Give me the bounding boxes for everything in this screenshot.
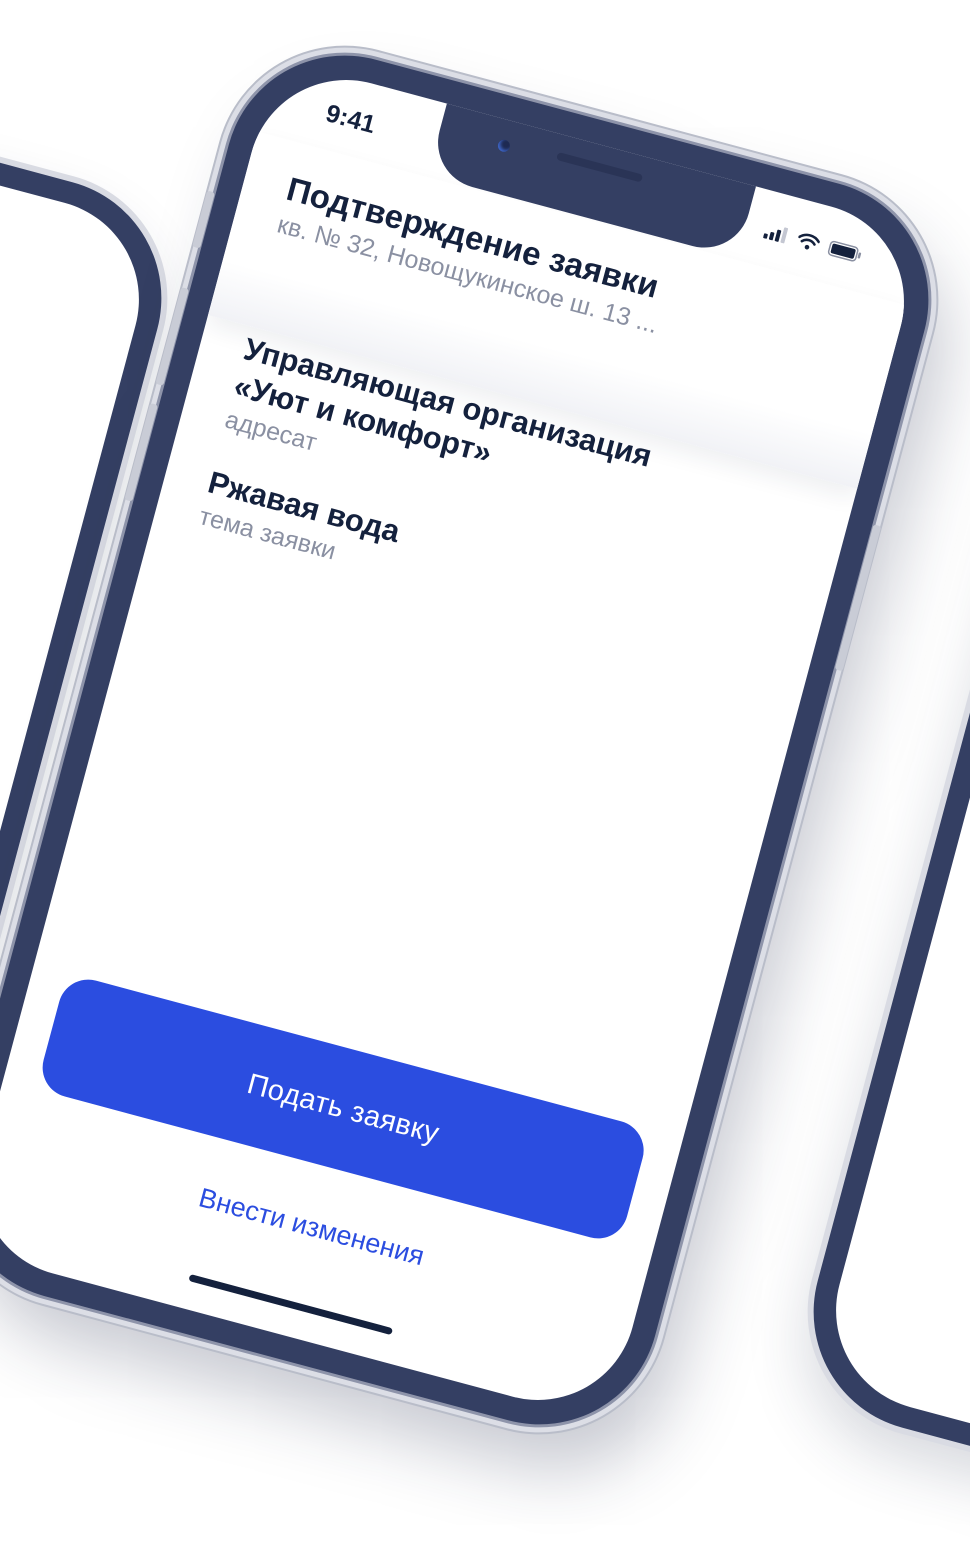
signal-icon bbox=[763, 227, 789, 244]
speaker-grille bbox=[556, 152, 644, 183]
camera-icon bbox=[496, 138, 512, 154]
submit-request-button[interactable]: Подать заявку bbox=[35, 972, 651, 1246]
battery-icon bbox=[827, 240, 862, 262]
wifi-icon bbox=[798, 233, 821, 250]
status-time: 9:41 bbox=[322, 99, 379, 140]
status-icons bbox=[763, 222, 864, 263]
